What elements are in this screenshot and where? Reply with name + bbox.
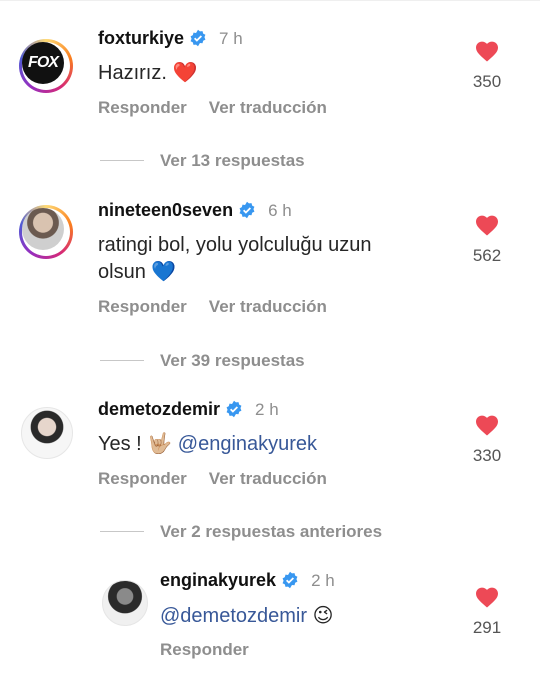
verified-icon bbox=[239, 201, 255, 219]
like-count: 350 bbox=[472, 72, 502, 91]
verified-icon bbox=[190, 29, 206, 47]
reply-username[interactable]: enginakyurek 2 h bbox=[160, 570, 335, 591]
translate-button[interactable]: Ver traducción bbox=[209, 98, 327, 117]
replies-divider bbox=[100, 531, 144, 532]
comment-username[interactable]: foxturkiye 7 h bbox=[98, 28, 243, 49]
comment-time: 6 h bbox=[268, 201, 292, 220]
like-count: 330 bbox=[472, 446, 502, 465]
reply-button[interactable]: Responder bbox=[98, 469, 187, 488]
like-area: 291 bbox=[462, 586, 512, 638]
wink-emoji: 😉 bbox=[312, 605, 334, 627]
avatar-story-ring[interactable]: FOX bbox=[19, 39, 73, 93]
view-replies-button[interactable]: Ver 13 respuestas bbox=[100, 151, 305, 171]
comment-actions: Responder Ver traducción bbox=[98, 98, 327, 118]
rock-hand-emoji: 🤟🏼 bbox=[147, 433, 173, 455]
view-replies-button[interactable]: Ver 39 respuestas bbox=[100, 351, 305, 371]
heart-like-icon[interactable] bbox=[475, 214, 499, 236]
blue-heart-emoji: 💙 bbox=[151, 261, 177, 283]
comment-text: ratingi bol, yolu yolculuğu uzun olsun 💙 bbox=[98, 234, 372, 283]
view-replies-button[interactable]: Ver 2 respuestas anteriores bbox=[100, 522, 382, 542]
comment-text: Hazırız. ❤️ bbox=[98, 62, 198, 84]
reply-actions: Responder bbox=[160, 640, 249, 660]
man-portrait-bw-avatar[interactable] bbox=[102, 580, 148, 626]
comment-username[interactable]: demetozdemir 2 h bbox=[98, 399, 279, 420]
woman-portrait-avatar[interactable] bbox=[21, 407, 73, 459]
comment-username[interactable]: nineteen0seven 6 h bbox=[98, 200, 292, 221]
comment-actions: Responder Ver traducción bbox=[98, 297, 327, 317]
avatar-story-ring[interactable] bbox=[19, 205, 73, 259]
like-count: 291 bbox=[472, 618, 502, 637]
replies-divider bbox=[100, 360, 144, 361]
reply-text: @demetozdemir 😉 bbox=[160, 603, 333, 630]
reply-button[interactable]: Responder bbox=[160, 640, 249, 659]
heart-like-icon[interactable] bbox=[475, 586, 499, 608]
comment-actions: Responder Ver traducción bbox=[98, 469, 327, 489]
fox-logo-avatar: FOX bbox=[22, 42, 64, 84]
mention-link[interactable]: @enginakyurek bbox=[178, 433, 317, 455]
like-count: 562 bbox=[472, 246, 502, 265]
heart-like-icon[interactable] bbox=[475, 40, 499, 62]
man-portrait-avatar bbox=[22, 208, 64, 250]
reply-button[interactable]: Responder bbox=[98, 98, 187, 117]
verified-icon bbox=[282, 571, 298, 589]
translate-button[interactable]: Ver traducción bbox=[209, 297, 327, 316]
comment-time: 2 h bbox=[255, 400, 279, 419]
like-area: 330 bbox=[462, 414, 512, 466]
translate-button[interactable]: Ver traducción bbox=[209, 469, 327, 488]
reply-button[interactable]: Responder bbox=[98, 297, 187, 316]
reply-time: 2 h bbox=[311, 571, 335, 590]
mention-link[interactable]: @demetozdemir bbox=[160, 605, 307, 627]
top-divider bbox=[0, 0, 540, 1]
like-area: 350 bbox=[462, 40, 512, 92]
verified-icon bbox=[226, 400, 242, 418]
comment-time: 7 h bbox=[219, 29, 243, 48]
like-area: 562 bbox=[462, 214, 512, 266]
heart-like-icon[interactable] bbox=[475, 414, 499, 436]
replies-divider bbox=[100, 160, 144, 161]
comment-text: Yes ! 🤟🏼 @enginakyurek bbox=[98, 433, 318, 455]
red-heart-emoji: ❤️ bbox=[172, 62, 198, 84]
